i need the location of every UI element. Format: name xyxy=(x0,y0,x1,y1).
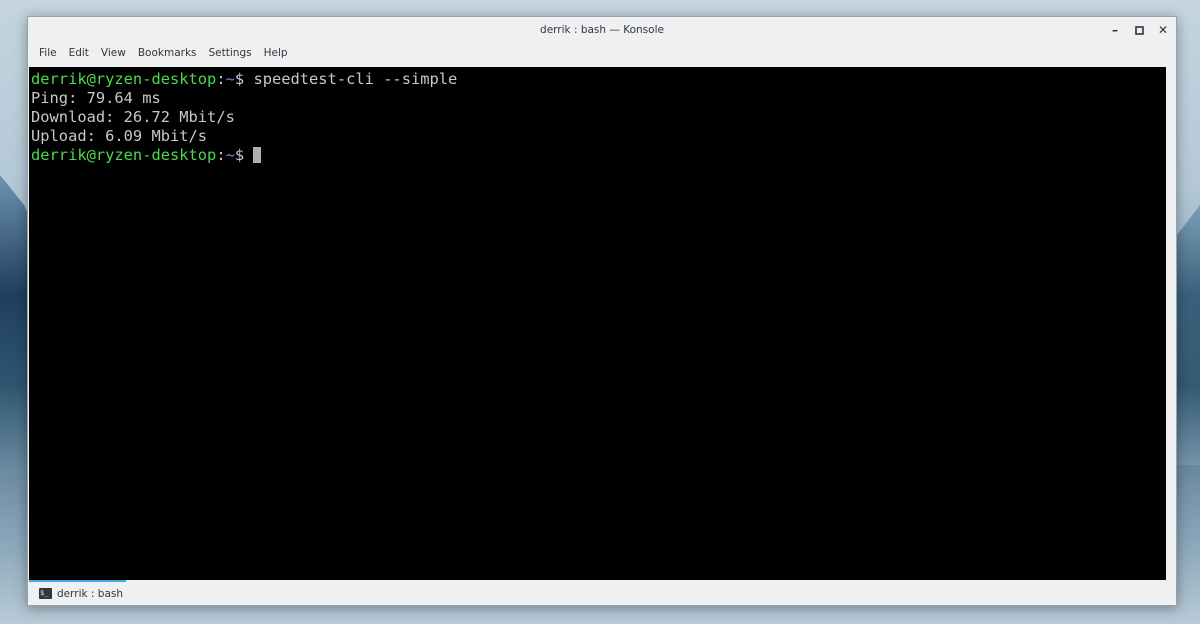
text-cursor xyxy=(253,147,262,163)
tab-derrik-bash[interactable]: $_ derrik : bash xyxy=(29,580,126,605)
minimize-icon[interactable]: – xyxy=(1108,23,1122,37)
menu-file[interactable]: File xyxy=(33,45,63,61)
menu-edit[interactable]: Edit xyxy=(63,45,95,61)
menu-view[interactable]: View xyxy=(95,45,132,61)
prompt-user: derrik@ryzen-desktop xyxy=(31,70,217,88)
tab-bar: $_ derrik : bash xyxy=(28,580,1176,605)
tab-label: derrik : bash xyxy=(57,587,124,600)
prompt-user: derrik@ryzen-desktop xyxy=(31,146,217,164)
scrollbar[interactable] xyxy=(1166,67,1176,580)
menu-bar: File Edit View Bookmarks Settings Help xyxy=(28,43,1176,63)
close-icon[interactable]: ✕ xyxy=(1156,23,1170,37)
konsole-window: derrik : bash — Konsole – ✕ File Edit Vi… xyxy=(27,16,1177,606)
prompt-path: ~ xyxy=(225,146,235,164)
maximize-icon[interactable] xyxy=(1132,23,1146,37)
prompt-symbol: $ xyxy=(234,146,254,164)
menu-help[interactable]: Help xyxy=(258,45,294,61)
window-controls: – ✕ xyxy=(1108,17,1170,43)
terminal-output[interactable]: derrik@ryzen-desktop:~$ speedtest-cli --… xyxy=(29,67,1166,580)
terminal-line: Ping: 79.64 ms xyxy=(31,89,161,107)
terminal-line: Download: 26.72 Mbit/s xyxy=(31,108,235,126)
title-bar[interactable]: derrik : bash — Konsole – ✕ xyxy=(28,17,1176,43)
terminal-line: derrik@ryzen-desktop:~$ xyxy=(31,146,1166,165)
terminal-line: derrik@ryzen-desktop:~$ speedtest-cli --… xyxy=(31,70,1166,89)
terminal-line: Upload: 6.09 Mbit/s xyxy=(31,127,208,145)
prompt-separator: : xyxy=(216,70,226,88)
prompt-path: ~ xyxy=(225,70,235,88)
command-text: speedtest-cli --simple xyxy=(253,70,458,88)
prompt-symbol: $ xyxy=(234,70,254,88)
terminal-icon: $_ xyxy=(39,588,52,599)
menu-settings[interactable]: Settings xyxy=(203,45,258,61)
menu-bookmarks[interactable]: Bookmarks xyxy=(132,45,203,61)
window-title: derrik : bash — Konsole xyxy=(540,24,664,36)
prompt-separator: : xyxy=(216,146,226,164)
